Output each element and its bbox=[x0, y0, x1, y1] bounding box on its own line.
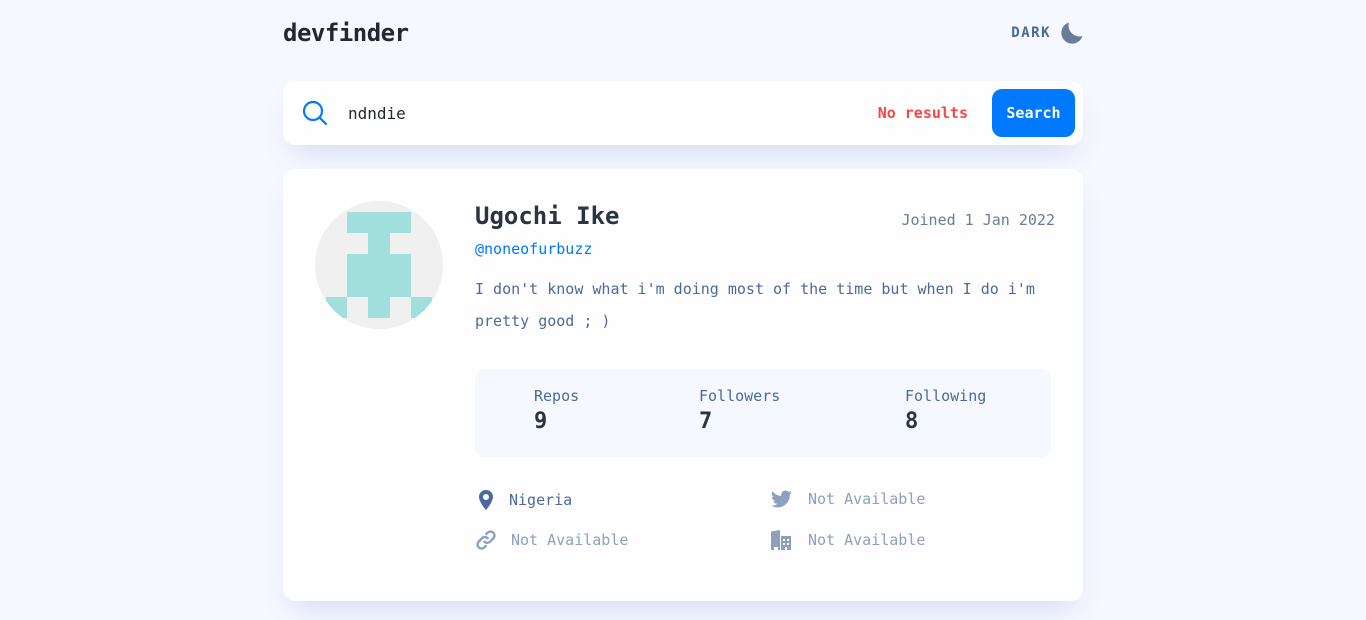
stat-followers: Followers 7 bbox=[699, 387, 780, 434]
building-icon bbox=[770, 530, 792, 550]
twitter-icon bbox=[770, 490, 792, 508]
profile-name: Ugochi Ike bbox=[475, 202, 620, 230]
stat-value: 8 bbox=[905, 409, 919, 434]
company-item: Not Available bbox=[770, 530, 925, 550]
no-results-message: No results bbox=[877, 104, 968, 122]
company-text: Not Available bbox=[808, 531, 926, 549]
avatar bbox=[315, 201, 443, 329]
stat-following: Following 8 bbox=[905, 387, 986, 434]
join-date: Joined 1 Jan 2022 bbox=[901, 211, 1055, 229]
stat-value: 7 bbox=[699, 409, 713, 434]
app-container: devfinder DARK No results Search bbox=[283, 0, 1083, 601]
moon-icon bbox=[1061, 22, 1083, 44]
stat-repos: Repos 9 bbox=[534, 387, 579, 434]
location-text: Nigeria bbox=[509, 491, 573, 509]
bio: I don't know what i'm doing most of the … bbox=[475, 280, 1035, 330]
stat-label: Repos bbox=[534, 387, 580, 405]
link-icon bbox=[475, 530, 497, 550]
search-input[interactable] bbox=[348, 103, 878, 123]
search-button[interactable]: Search bbox=[992, 89, 1075, 137]
profile-card: Ugochi Ike Joined 1 Jan 2022 @noneofurbu… bbox=[283, 169, 1083, 601]
location-item: Nigeria bbox=[475, 490, 572, 510]
stats-panel: Repos 9 Followers 7 Following 8 bbox=[475, 369, 1051, 457]
username-link[interactable]: @noneofurbuzz bbox=[475, 240, 592, 258]
search-bar: No results Search bbox=[283, 81, 1083, 145]
theme-toggle-label: DARK bbox=[1011, 25, 1051, 41]
location-pin-icon bbox=[475, 490, 497, 510]
app-logo: devfinder bbox=[283, 19, 409, 47]
stat-label: Following bbox=[905, 387, 987, 405]
stat-value: 9 bbox=[534, 409, 548, 434]
header: devfinder DARK bbox=[283, 0, 1083, 66]
website-text: Not Available bbox=[511, 531, 629, 549]
twitter-item: Not Available bbox=[770, 490, 925, 508]
search-icon bbox=[302, 100, 328, 126]
twitter-text: Not Available bbox=[808, 490, 926, 508]
theme-toggle[interactable]: DARK bbox=[1011, 22, 1083, 44]
website-item: Not Available bbox=[475, 530, 628, 550]
stat-label: Followers bbox=[699, 387, 781, 405]
